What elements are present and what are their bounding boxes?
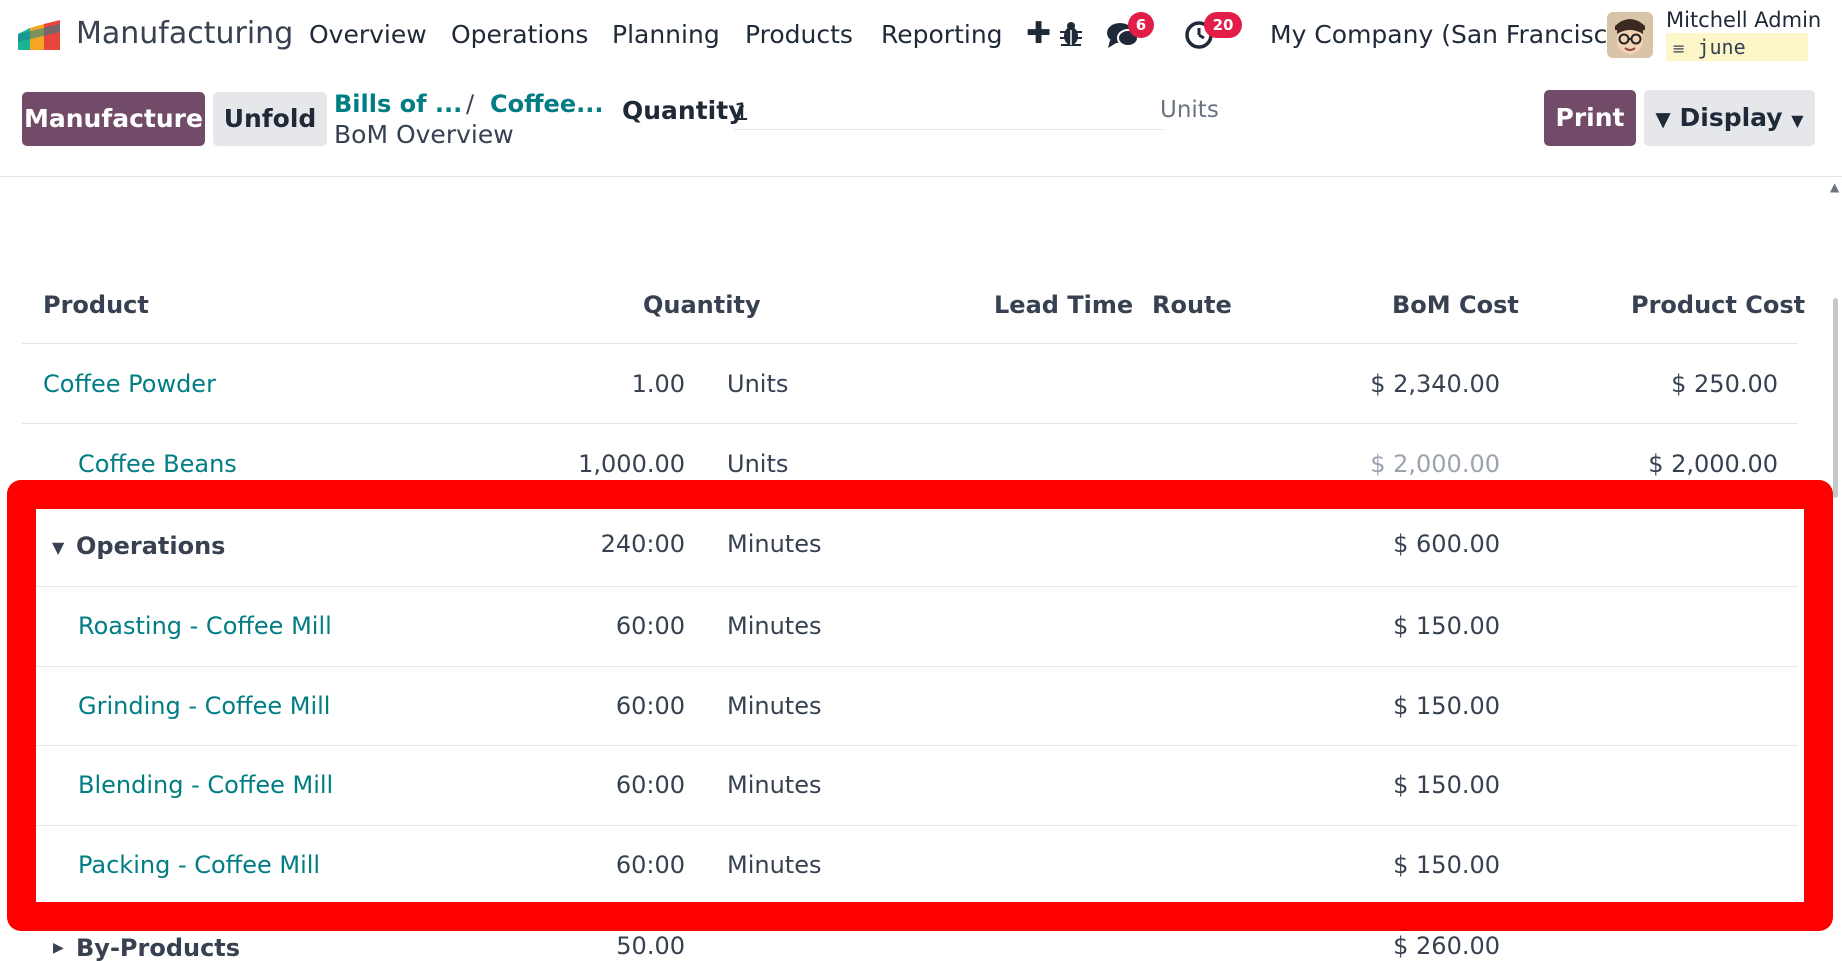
app-name[interactable]: Manufacturing [76, 16, 293, 51]
row-unit: Units [727, 450, 789, 478]
debug-bug-icon[interactable] [1058, 20, 1084, 48]
column-header-quantity: Quantity [643, 291, 761, 319]
database-icon: ≡ [1672, 39, 1686, 58]
menu-reporting[interactable]: Reporting [881, 20, 1003, 49]
filter-icon: ▼ [1655, 107, 1671, 131]
menu-overview[interactable]: Overview [309, 20, 427, 49]
row-bom-cost: $ 2,000.00 [1370, 450, 1500, 478]
column-header-bom-cost: BoM Cost [1392, 291, 1519, 319]
row-quantity: 1.00 [631, 370, 685, 398]
row-bom-cost: $ 600.00 [1393, 530, 1500, 558]
caret-down-icon[interactable]: ▼ [52, 538, 64, 557]
row-unit: Minutes [727, 771, 822, 799]
caret-right-icon[interactable]: ▶ [53, 940, 64, 956]
scrollbar-thumb[interactable] [1833, 298, 1838, 498]
column-header-route: Route [1152, 291, 1232, 319]
row-quantity: 60:00 [615, 851, 685, 879]
company-switcher[interactable]: My Company (San Francisco) [1270, 20, 1632, 49]
column-header-lead-time: Lead Time [994, 291, 1134, 319]
row-divider [36, 745, 1798, 746]
print-button[interactable]: Print [1544, 90, 1636, 146]
caret-down-icon: ▼ [1791, 111, 1804, 130]
row-unit: Minutes [727, 692, 822, 720]
column-header-product-cost: Product Cost [1631, 291, 1806, 319]
user-name[interactable]: Mitchell Admin [1666, 8, 1821, 32]
display-label: Display [1679, 103, 1783, 132]
activity-count-badge: 20 [1204, 12, 1242, 38]
row-quantity: 60:00 [615, 771, 685, 799]
breadcrumb-bills-of-materials[interactable]: Bills of ... [334, 90, 462, 118]
row-divider [36, 586, 1798, 587]
user-avatar[interactable] [1607, 12, 1653, 58]
row-bom-cost: $ 150.00 [1393, 851, 1500, 879]
quantity-label: Quantity [622, 96, 745, 125]
quick-create-icon[interactable]: ✚ [1026, 16, 1051, 51]
control-panel-divider [0, 176, 1842, 177]
operations-section-label[interactable]: Operations [76, 532, 225, 560]
top-navbar: Manufacturing Overview Operations Planni… [0, 0, 1842, 72]
breadcrumb-separator: / [466, 90, 475, 118]
row-divider [36, 825, 1798, 826]
database-name: june [1697, 35, 1746, 59]
row-product-cost: $ 250.00 [1671, 370, 1778, 398]
database-tag: ≡ june [1666, 33, 1808, 61]
quantity-input[interactable] [734, 94, 1164, 130]
menu-planning[interactable]: Planning [612, 20, 720, 49]
breadcrumb-coffee[interactable]: Coffee... [490, 90, 603, 118]
header-divider [22, 343, 1798, 344]
chat-count-badge: 6 [1128, 12, 1154, 38]
row-bom-cost: $ 2,340.00 [1370, 370, 1500, 398]
manufacturing-app-icon[interactable] [16, 20, 64, 52]
component-name-link[interactable]: Coffee Beans [78, 450, 237, 478]
operation-name-link[interactable]: Blending - Coffee Mill [78, 771, 333, 799]
by-products-section-label[interactable]: By-Products [76, 934, 240, 961]
scroll-up-arrow-icon[interactable]: ▲ [1830, 180, 1839, 194]
manufacture-button[interactable]: Manufacture [22, 92, 205, 146]
menu-operations[interactable]: Operations [451, 20, 588, 49]
row-unit: Minutes [727, 851, 822, 879]
row-bom-cost: $ 260.00 [1393, 932, 1500, 960]
row-bom-cost: $ 150.00 [1393, 692, 1500, 720]
row-quantity: 60:00 [615, 692, 685, 720]
row-unit: Minutes [727, 530, 822, 558]
page-title: BoM Overview [334, 120, 514, 149]
operation-name-link[interactable]: Grinding - Coffee Mill [78, 692, 330, 720]
row-product-cost: $ 2,000.00 [1648, 450, 1778, 478]
row-quantity: 60:00 [615, 612, 685, 640]
row-divider [22, 423, 1798, 424]
column-header-product: Product [43, 291, 149, 319]
row-bom-cost: $ 150.00 [1393, 612, 1500, 640]
row-bom-cost: $ 150.00 [1393, 771, 1500, 799]
quantity-unit: Units [1160, 97, 1219, 123]
row-quantity: 1,000.00 [578, 450, 685, 478]
menu-products[interactable]: Products [745, 20, 853, 49]
operation-name-link[interactable]: Packing - Coffee Mill [78, 851, 320, 879]
product-name-link[interactable]: Coffee Powder [43, 370, 216, 398]
unfold-button[interactable]: Unfold [213, 92, 327, 146]
row-unit: Minutes [727, 612, 822, 640]
row-quantity: 50.00 [616, 932, 685, 960]
row-divider [36, 666, 1798, 667]
display-dropdown-button[interactable]: ▼ Display ▼ [1644, 90, 1815, 146]
row-unit: Units [727, 370, 789, 398]
row-quantity: 240:00 [600, 530, 685, 558]
operation-name-link[interactable]: Roasting - Coffee Mill [78, 612, 332, 640]
